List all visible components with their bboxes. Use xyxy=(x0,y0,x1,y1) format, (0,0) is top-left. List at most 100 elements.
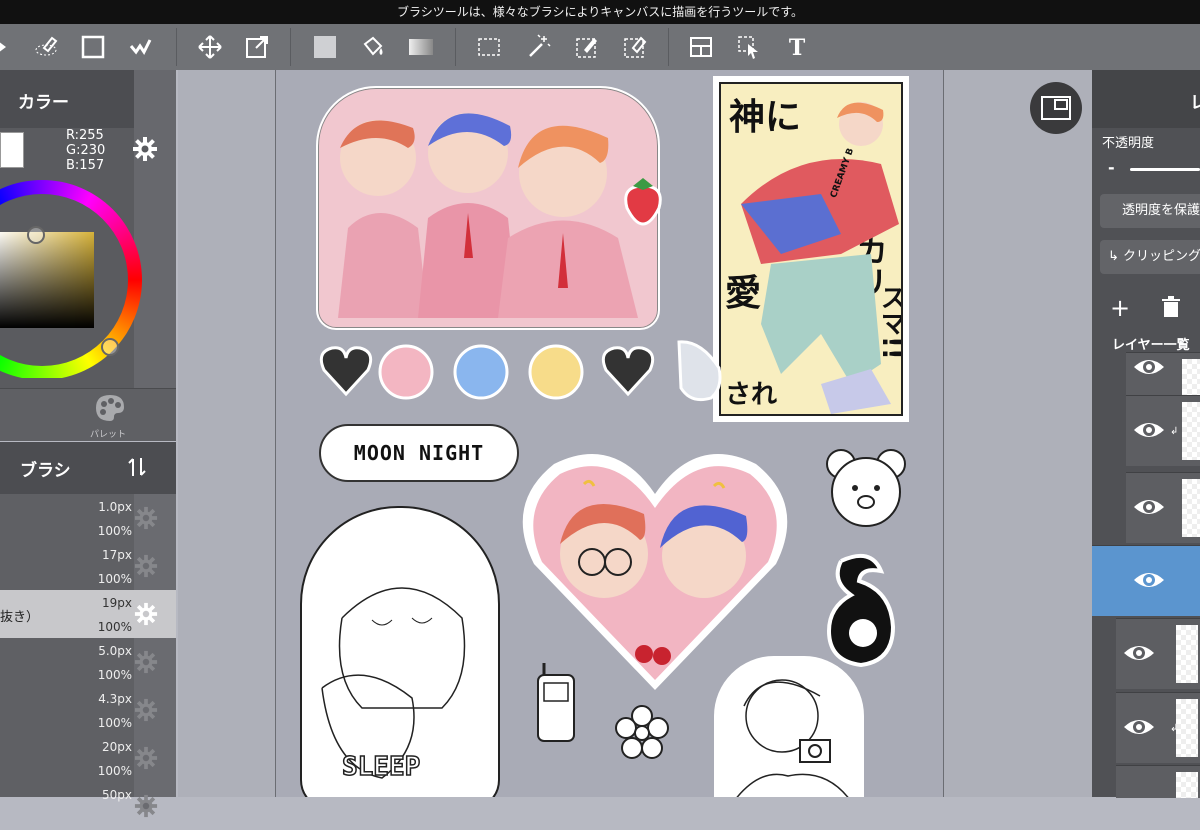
protect-alpha-button[interactable]: 透明度を保護 xyxy=(1100,194,1200,228)
rectangle-icon[interactable] xyxy=(78,32,108,62)
layer-panel-title: レ xyxy=(1190,93,1200,113)
brush-panel-title: ブラシ xyxy=(20,461,71,481)
brush-row[interactable]: 50px xyxy=(0,782,176,830)
eye-icon[interactable] xyxy=(1122,715,1156,739)
select-rect-icon[interactable] xyxy=(474,32,504,62)
layer-row[interactable] xyxy=(1126,352,1200,395)
layer-thumbnail xyxy=(1176,625,1198,683)
color-panel: カラー R:255 G:230 B:157 パレット xyxy=(0,70,176,441)
fill-color-icon[interactable] xyxy=(310,32,340,62)
brush-size: 20px xyxy=(102,740,132,754)
clipping-label: クリッピング xyxy=(1123,249,1200,264)
transform-icon[interactable] xyxy=(242,32,272,62)
palette-icon xyxy=(96,395,124,421)
brush-settings-gear-icon[interactable] xyxy=(134,794,158,818)
opacity-decrease-button[interactable]: - xyxy=(1108,158,1115,177)
brush-settings-gear-icon[interactable] xyxy=(134,602,158,626)
brush-settings-gear-icon[interactable] xyxy=(134,698,158,722)
clipping-button[interactable]: ↳ クリッピング xyxy=(1100,240,1200,274)
brush-size: 4.3px xyxy=(98,692,132,706)
layer-row-selected[interactable] xyxy=(1092,545,1200,616)
brush-icon[interactable] xyxy=(0,32,18,62)
brush-opacity: 100% xyxy=(97,716,132,730)
color-wheel[interactable] xyxy=(0,178,150,378)
toolbar-divider xyxy=(455,28,456,66)
operation-icon[interactable] xyxy=(734,32,764,62)
fill-stroke-icon[interactable] xyxy=(126,32,156,62)
saturation-value-square[interactable] xyxy=(0,232,94,328)
brush-settings-gear-icon[interactable] xyxy=(134,554,158,578)
layer-row[interactable] xyxy=(1126,472,1200,543)
layer-panel-header: レ xyxy=(1092,70,1200,128)
brush-settings-gear-icon[interactable] xyxy=(134,506,158,530)
magic-wand-icon[interactable] xyxy=(524,32,554,62)
moon-night-text: MOON NIGHT xyxy=(353,441,485,465)
text-icon[interactable]: T xyxy=(782,32,812,62)
brush-size: 17px xyxy=(102,548,132,562)
canvas-area[interactable]: MOON NIGHT 神に カリ スマ!! 愛 され CREAMY B xyxy=(178,70,1092,797)
trio-sticker xyxy=(316,86,660,330)
layer-panel: レ 不透明度 - 透明度を保護 ↳ クリッピング + レイヤー一覧 ↲ ↲ xyxy=(1092,70,1200,798)
brush-row-selected[interactable]: 抜き） 19px 100% xyxy=(0,590,176,638)
color-g-value: G:230 xyxy=(66,143,106,158)
brush-settings-gear-icon[interactable] xyxy=(134,650,158,674)
trash-icon[interactable] xyxy=(1162,296,1180,318)
sv-picker-knob[interactable] xyxy=(27,226,45,244)
layer-row[interactable]: ↲ xyxy=(1126,395,1200,466)
select-eraser-icon[interactable] xyxy=(620,32,650,62)
brush-settings-gear-icon[interactable] xyxy=(134,746,158,770)
add-layer-button[interactable]: + xyxy=(1110,296,1130,320)
gradient-icon[interactable] xyxy=(406,32,436,62)
phone-sticker xyxy=(530,661,582,745)
brush-row[interactable]: 1.0px 100% xyxy=(0,494,176,542)
brush-row[interactable]: 20px 100% xyxy=(0,734,176,782)
eraser-icon[interactable] xyxy=(32,32,62,62)
toolbar-divider xyxy=(668,28,669,66)
toolbar-divider xyxy=(176,28,177,66)
brush-opacity: 100% xyxy=(97,764,132,778)
hue-picker-knob[interactable] xyxy=(101,338,119,356)
view-window-icon xyxy=(1041,96,1071,120)
canvas-page[interactable]: MOON NIGHT 神に カリ スマ!! 愛 され CREAMY B xyxy=(275,70,944,797)
layer-list-label: レイヤー一覧 xyxy=(1112,338,1190,353)
color-panel-title: カラー xyxy=(18,93,69,113)
color-r-value: R:255 xyxy=(66,128,104,143)
palette-label: パレット xyxy=(90,430,127,440)
layer-thumbnail xyxy=(1182,359,1200,395)
frame-divider-icon[interactable] xyxy=(686,32,716,62)
flower-sticker xyxy=(614,704,670,760)
opacity-label: 不透明度 xyxy=(1102,136,1155,151)
camera-sticker xyxy=(714,656,864,797)
color-settings-gear-icon[interactable] xyxy=(132,136,158,162)
sleep-sticker: SLEEP xyxy=(300,506,500,797)
eye-icon[interactable] xyxy=(1132,495,1166,519)
eye-icon[interactable] xyxy=(1122,641,1156,665)
brush-row[interactable]: 5.0px 100% xyxy=(0,638,176,686)
sort-icon[interactable] xyxy=(128,456,146,478)
palette-button[interactable]: パレット xyxy=(0,388,176,441)
layer-thumbnail xyxy=(1176,699,1198,757)
toolbar: T xyxy=(0,24,1200,70)
layer-row[interactable] xyxy=(1116,765,1200,798)
brush-row[interactable]: 4.3px 100% xyxy=(0,686,176,734)
eye-icon[interactable] xyxy=(1132,355,1166,379)
eye-icon[interactable] xyxy=(1132,418,1166,442)
current-color-swatch[interactable] xyxy=(0,132,24,168)
bucket-icon[interactable] xyxy=(358,32,388,62)
opacity-slider[interactable] xyxy=(1130,168,1200,171)
layer-row[interactable]: ↲ xyxy=(1116,692,1200,763)
select-pen-icon[interactable] xyxy=(572,32,602,62)
brush-opacity: 100% xyxy=(97,524,132,538)
layer-row[interactable] xyxy=(1116,618,1200,689)
layer-thumbnail xyxy=(1176,772,1198,798)
brush-panel: ブラシ 1.0px 100% 17px 100% 抜き） 19px 100% 5.0px 100… xyxy=(0,442,176,818)
bear-sticker xyxy=(823,446,909,532)
eye-icon[interactable] xyxy=(1132,568,1166,592)
brush-size: 1.0px xyxy=(98,500,132,514)
moon-night-sticker: MOON NIGHT xyxy=(319,424,519,482)
poster-sticker: 神に カリ スマ!! 愛 され CREAMY B xyxy=(713,76,909,422)
move-icon[interactable] xyxy=(195,32,225,62)
brush-row[interactable]: 17px 100% xyxy=(0,542,176,590)
layer-thumbnail xyxy=(1182,402,1200,460)
canvas-view-button[interactable] xyxy=(1030,82,1082,134)
